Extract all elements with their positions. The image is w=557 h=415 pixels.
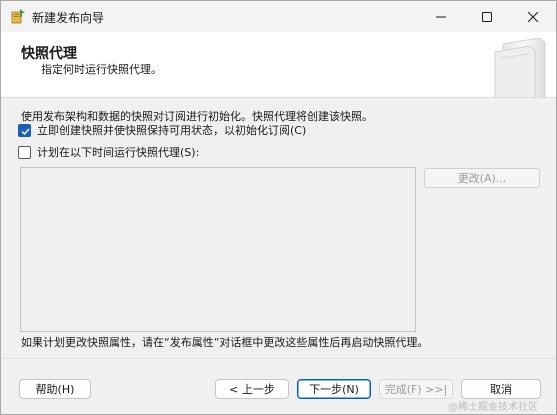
page-subtitle: 指定何时运行快照代理。 — [41, 63, 162, 76]
schedule-snapshot-checkbox[interactable] — [18, 145, 31, 159]
maximize-icon — [482, 11, 492, 22]
create-snapshot-now-option[interactable]: 立即创建快照并使快照保持可用状态，以初始化订阅(C) — [18, 122, 306, 138]
cancel-button[interactable]: 取消 — [461, 379, 541, 399]
note-text: 如果计划更改快照属性，请在“发布属性”对话框中更改这些属性后再启动快照代理。 — [21, 336, 429, 349]
header-banner: 快照代理 指定何时运行快照代理。 — [1, 32, 556, 99]
schedule-snapshot-option[interactable]: 计划在以下时间运行快照代理(S): — [18, 144, 199, 160]
page-title: 快照代理 — [21, 46, 77, 62]
title-bar: 新建发布向导 — [1, 1, 556, 32]
create-snapshot-now-label[interactable]: 立即创建快照并使快照保持可用状态，以初始化订阅(C) — [37, 122, 306, 138]
wizard-window: 新建发布向导 快照代理 指定何时运行快照代理。 使用发布架构和数据的快照对订阅进… — [0, 0, 557, 415]
back-button[interactable]: < 上一步 — [215, 379, 289, 399]
close-button[interactable] — [510, 1, 556, 32]
minimize-button[interactable] — [418, 1, 464, 32]
window-title: 新建发布向导 — [32, 11, 105, 25]
maximize-button[interactable] — [464, 1, 510, 32]
footer-divider — [1, 358, 556, 359]
close-icon — [528, 11, 538, 22]
finish-button[interactable]: 完成(F) >>| — [379, 379, 453, 399]
next-button[interactable]: 下一步(N) — [297, 379, 371, 399]
schedule-display-box — [20, 167, 416, 332]
change-schedule-button[interactable]: 更改(A)... — [424, 168, 540, 188]
help-button[interactable]: 帮助(H) — [19, 379, 91, 399]
wizard-banner-icon — [489, 34, 551, 99]
app-icon — [10, 8, 26, 24]
checkmark-icon — [21, 128, 30, 135]
minimize-icon — [436, 16, 446, 17]
schedule-snapshot-label[interactable]: 计划在以下时间运行快照代理(S): — [37, 144, 199, 160]
create-snapshot-now-checkbox[interactable] — [18, 123, 31, 137]
watermark: @稀土掘金技术社区 — [448, 402, 538, 413]
